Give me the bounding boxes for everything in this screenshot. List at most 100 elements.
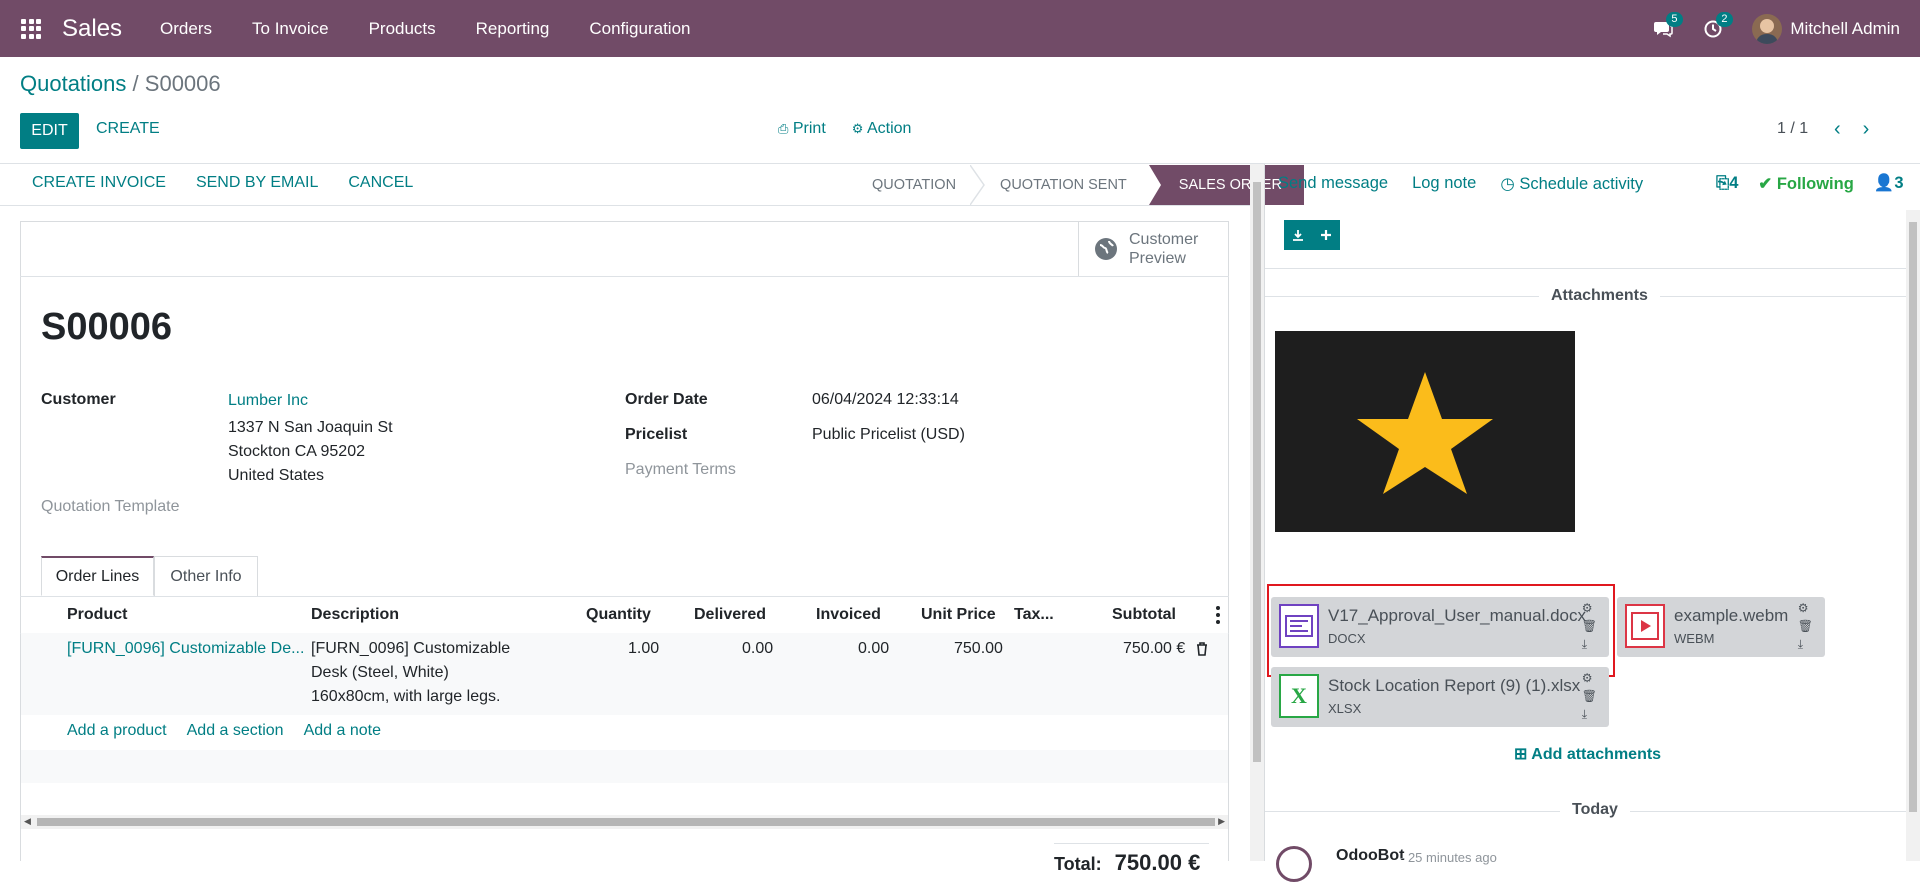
tab-order-lines[interactable]: Order Lines xyxy=(41,556,154,596)
menu-orders[interactable]: Orders xyxy=(140,0,232,57)
apps-menu-icon[interactable] xyxy=(0,0,62,57)
payment-terms-label: Payment Terms xyxy=(625,461,736,478)
attachments-counter[interactable]: ⎘4 xyxy=(1716,174,1738,194)
scrollbar-thumb[interactable] xyxy=(37,818,1215,826)
message-author[interactable]: OdooBot xyxy=(1336,847,1404,865)
create-button[interactable]: CREATE xyxy=(96,120,160,138)
print-dropdown[interactable]: ⎙ Print xyxy=(778,120,826,138)
breadcrumb-quotations[interactable]: Quotations xyxy=(20,71,126,96)
attachment-card-webm[interactable]: example.webm WEBM ⚙ 🗑 ⤓ xyxy=(1617,597,1825,657)
pager-value[interactable]: 1 / 1 xyxy=(1777,120,1808,138)
total-amount: Total: 750.00 € xyxy=(1054,850,1200,876)
attachment-ext: XLSX xyxy=(1328,701,1362,716)
menu-to-invoice[interactable]: To Invoice xyxy=(232,0,349,57)
add-attachments-link[interactable]: ⊞ Add attachments xyxy=(1514,744,1661,764)
pager-previous-icon[interactable]: ‹ xyxy=(1834,118,1841,141)
row-delivered: 0.00 xyxy=(742,640,774,657)
horizontal-scrollbar[interactable]: ◀ ▶ xyxy=(21,815,1228,829)
following-button[interactable]: ✔ Following xyxy=(1758,174,1853,194)
customer-preview-button[interactable]: Customer Preview xyxy=(1078,221,1229,276)
attachment-name: example.webm xyxy=(1674,606,1789,625)
quotation-template-label: Quotation Template xyxy=(41,498,180,515)
followers-button[interactable]: 👤3 xyxy=(1874,174,1904,194)
row-subtotal: 750.00 € xyxy=(1123,640,1186,657)
breadcrumb-current: S00006 xyxy=(144,71,221,96)
row-quantity: 1.00 xyxy=(628,640,660,657)
form-vertical-scrollbar[interactable] xyxy=(1250,170,1264,861)
gear-icon[interactable]: ⚙ xyxy=(1798,601,1813,615)
row-invoiced: 0.00 xyxy=(858,640,890,657)
empty-row xyxy=(21,750,1228,783)
col-description[interactable]: Description xyxy=(311,606,399,624)
download-all-button[interactable] xyxy=(1284,220,1312,250)
col-taxes[interactable]: Tax... xyxy=(1014,606,1054,624)
stage-quotation-sent[interactable]: QUOTATION SENT xyxy=(978,165,1149,205)
col-product[interactable]: Product xyxy=(67,606,127,624)
edit-button[interactable]: EDIT xyxy=(20,113,79,149)
trash-icon[interactable]: 🗑 xyxy=(1582,689,1597,703)
optional-columns-icon[interactable] xyxy=(1216,606,1220,624)
user-menu[interactable]: Mitchell Admin xyxy=(1738,13,1920,44)
pager-next-icon[interactable]: › xyxy=(1863,118,1870,141)
menu-products[interactable]: Products xyxy=(349,0,456,57)
download-icon[interactable]: ⤓ xyxy=(1582,707,1597,722)
divider xyxy=(1054,843,1209,844)
image-attachment[interactable] xyxy=(1275,331,1575,532)
row-unit-price: 750.00 xyxy=(954,640,1003,657)
stage-quotation-label: QUOTATION xyxy=(872,177,957,193)
scroll-right-icon[interactable]: ▶ xyxy=(1218,816,1225,827)
col-quantity[interactable]: Quantity xyxy=(586,606,651,624)
messaging-menu[interactable]: 5 xyxy=(1638,0,1688,57)
action-dropdown[interactable]: ⚙ Action xyxy=(852,120,912,138)
action-label: Action xyxy=(866,120,912,137)
customer-link[interactable]: Lumber Inc xyxy=(228,392,308,410)
menu-configuration[interactable]: Configuration xyxy=(569,0,710,57)
stage-quotation-sent-label: QUOTATION SENT xyxy=(1000,177,1127,193)
schedule-activity-button[interactable]: ◷ Schedule activity xyxy=(1500,174,1643,194)
col-subtotal[interactable]: Subtotal xyxy=(1112,606,1176,624)
create-invoice-button[interactable]: CREATE INVOICE xyxy=(32,174,166,192)
preview-label-2: Preview xyxy=(1129,249,1186,267)
app-brand[interactable]: Sales xyxy=(62,15,122,43)
add-section-link[interactable]: Add a section xyxy=(187,722,284,740)
add-note-link[interactable]: Add a note xyxy=(304,722,381,740)
stage-quotation[interactable]: QUOTATION xyxy=(850,165,985,205)
activities-badge: 2 xyxy=(1716,12,1733,27)
gear-icon[interactable]: ⚙ xyxy=(1582,671,1597,685)
trash-icon[interactable]: 🗑 xyxy=(1798,619,1813,633)
status-stages: QUOTATION QUOTATION SENT SALES ORDER xyxy=(850,165,1304,205)
today-separator: Today xyxy=(1560,801,1630,819)
activity-menu[interactable]: 2 xyxy=(1688,0,1738,57)
send-message-button[interactable]: Send message xyxy=(1278,174,1388,194)
record-title: S00006 xyxy=(41,306,173,348)
breadcrumb: Quotations / S00006 xyxy=(20,71,221,97)
download-icon xyxy=(1293,230,1303,241)
log-note-button[interactable]: Log note xyxy=(1412,174,1476,194)
trash-icon[interactable] xyxy=(1196,642,1208,656)
attachment-ext: WEBM xyxy=(1674,631,1715,646)
attachment-count: 4 xyxy=(1729,174,1739,192)
scrollbar-thumb[interactable] xyxy=(1253,182,1261,762)
total-label: Total: xyxy=(1054,854,1102,874)
clock-icon: ◷ xyxy=(1500,175,1515,193)
send-by-email-button[interactable]: SEND BY EMAIL xyxy=(196,174,318,192)
attachments-title: Attachments xyxy=(1539,287,1660,305)
add-product-link[interactable]: Add a product xyxy=(67,722,167,740)
scroll-left-icon[interactable]: ◀ xyxy=(24,816,31,827)
tab-other-info[interactable]: Other Info xyxy=(154,556,258,596)
col-delivered[interactable]: Delivered xyxy=(694,606,766,624)
col-unit-price[interactable]: Unit Price xyxy=(921,606,996,624)
customer-label: Customer xyxy=(41,391,116,408)
add-attachment-button[interactable] xyxy=(1312,220,1340,250)
col-invoiced[interactable]: Invoiced xyxy=(816,606,881,624)
menu-reporting[interactable]: Reporting xyxy=(456,0,570,57)
chatter-vertical-scrollbar[interactable] xyxy=(1906,210,1920,861)
row-product[interactable]: [FURN_0096] Customizable De... xyxy=(67,637,304,661)
stage-active-notch xyxy=(1148,165,1161,205)
scrollbar-thumb[interactable] xyxy=(1909,222,1917,812)
messages-badge: 5 xyxy=(1666,12,1683,27)
row-description-3: 160x80cm, with large legs. xyxy=(311,688,501,705)
attachment-card-xlsx[interactable]: X Stock Location Report (9) (1).xlsx XLS… xyxy=(1271,667,1609,727)
download-icon[interactable]: ⤓ xyxy=(1798,637,1813,652)
cancel-button[interactable]: CANCEL xyxy=(348,174,413,192)
